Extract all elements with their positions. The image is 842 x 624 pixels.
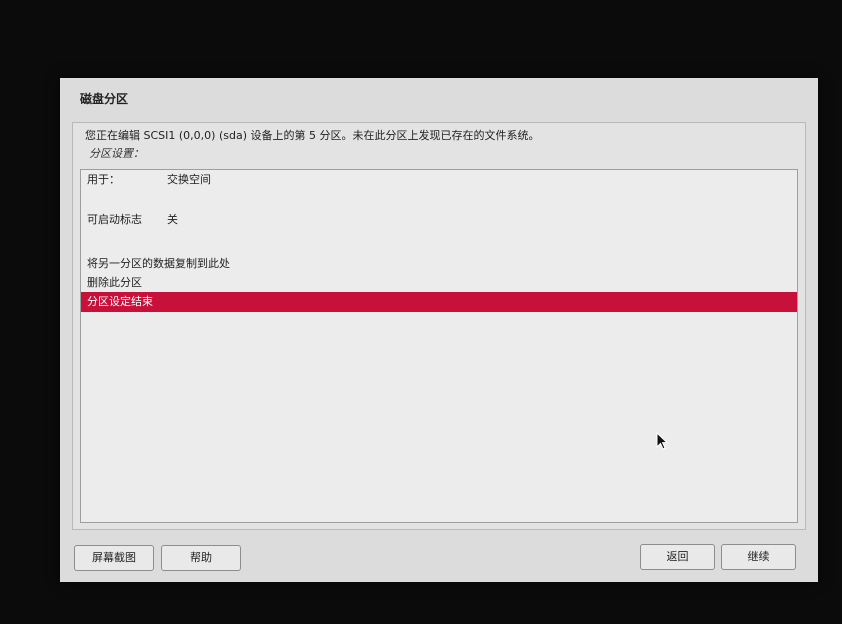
back-button[interactable]: 返回 [640,544,715,570]
list-item-use-as[interactable]: 用于： 交换空间 [81,170,797,190]
bootable-label: 可启动标志 [87,213,142,226]
partition-dialog: 磁盘分区 您正在编辑 SCSI1 (0,0,0) (sda) 设备上的第 5 分… [60,78,818,582]
list-item-copy-data[interactable]: 将另一分区的数据复制到此处 [81,254,797,274]
screenshot-button[interactable]: 屏幕截图 [74,545,154,571]
dialog-title: 磁盘分区 [80,92,129,106]
list-item-bootable[interactable]: 可启动标志 关 [81,210,797,230]
use-as-label: 用于： [87,173,120,186]
use-as-value: 交换空间 [167,173,211,186]
partition-settings-label: 分区设置： [89,147,144,160]
partition-settings-list: 用于： 交换空间 可启动标志 关 将另一分区的数据复制到此处 删除此分区 分区设… [80,169,798,523]
continue-button[interactable]: 继续 [721,544,796,570]
partition-info-text: 您正在编辑 SCSI1 (0,0,0) (sda) 设备上的第 5 分区。未在此… [85,129,540,142]
delete-partition-label: 删除此分区 [87,276,142,289]
help-button[interactable]: 帮助 [161,545,241,571]
done-setting-partition-label: 分区设定结束 [87,295,153,308]
content-panel: 您正在编辑 SCSI1 (0,0,0) (sda) 设备上的第 5 分区。未在此… [72,122,806,530]
mouse-pointer-icon [656,431,669,454]
bootable-value: 关 [167,213,178,226]
copy-data-label: 将另一分区的数据复制到此处 [87,257,230,270]
list-item-delete-partition[interactable]: 删除此分区 [81,273,797,293]
list-item-done-setting-partition[interactable]: 分区设定结束 [81,292,797,312]
